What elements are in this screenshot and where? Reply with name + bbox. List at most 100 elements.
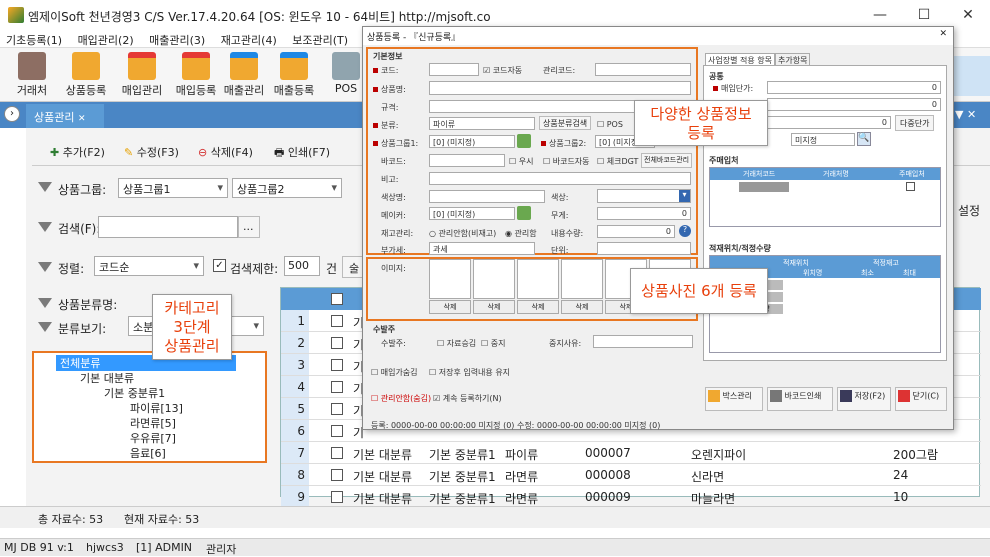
dialog-close-icon[interactable]: ✕ (939, 29, 947, 39)
toolbar-product-button[interactable]: 상품등록 (60, 50, 112, 100)
color-name-input[interactable] (429, 190, 545, 203)
box-mgmt-button[interactable]: 박스관리 (705, 387, 763, 411)
unassigned-field[interactable]: 미지정 (791, 133, 855, 146)
maker-add-icon[interactable] (517, 206, 531, 220)
tree-leaf[interactable]: 우유류[7] (130, 430, 176, 446)
price-field-3[interactable]: 0 (767, 116, 891, 129)
dialog-close-button[interactable]: 닫기(C) (895, 387, 947, 411)
limit-checkbox[interactable]: ✓ (213, 259, 226, 272)
table-row[interactable]: 9 기본 대분류 기본 중분류1 라면류 000009 마늘라면 10 (281, 486, 981, 508)
group1-field[interactable]: [0] (미지정) (429, 135, 515, 148)
photo-slot[interactable] (561, 259, 603, 299)
code-input[interactable] (429, 63, 479, 76)
purchase-price-input[interactable]: 0 (767, 81, 941, 94)
menu-inventory[interactable]: 재고관리(4) (215, 30, 283, 50)
toolbar-sales-mgmt-button[interactable]: 매출관리 (218, 50, 270, 100)
barcode-print-button[interactable]: 바코드인쇄 (767, 387, 833, 411)
stop-checkbox[interactable]: ☐ 중지 (481, 338, 505, 349)
menu-aux[interactable]: 보조관리(T) (286, 30, 354, 50)
code-auto-checkbox[interactable]: ☑ 코드자동 (483, 65, 522, 76)
photo-slot[interactable] (517, 259, 559, 299)
row-checkbox[interactable] (331, 425, 343, 437)
table-row[interactable]: 7 기본 대분류 기본 중분류1 파이류 000007 오렌지파이 200그람 (281, 442, 981, 464)
group1-select[interactable]: 상품그룹1 (118, 178, 228, 198)
row-checkbox[interactable] (331, 469, 343, 481)
toolbar-sales-reg-button[interactable]: 매출등록 (268, 50, 320, 100)
search-icon[interactable]: 🔍 (857, 132, 871, 146)
multi-price-button[interactable]: 다중단가 (895, 115, 935, 131)
row-checkbox[interactable] (331, 447, 343, 459)
category-select[interactable]: 파이류 (429, 117, 535, 130)
photo-slot[interactable] (429, 259, 471, 299)
group1-add-icon[interactable] (517, 134, 531, 148)
save-button[interactable]: 저장(F2) (837, 387, 891, 411)
barcode-input[interactable] (429, 154, 505, 167)
keep-input-checkbox[interactable]: ☐ 저장후 입력내용 유지 (429, 367, 510, 378)
keep-register-checkbox[interactable]: ☑ 계속 등록하기(N) (433, 393, 502, 404)
maker-field[interactable]: [0] (미지정) (429, 207, 515, 220)
stock-option-yes[interactable]: ◉ 관리함 (505, 228, 537, 239)
barcode-auto-checkbox[interactable]: ☐ 바코드자동 (543, 156, 590, 167)
stock-option-no[interactable]: ○ 관리안함(비재고) (429, 228, 496, 239)
stop-reason-input[interactable] (593, 335, 693, 348)
row-checkbox[interactable] (331, 403, 343, 415)
name-input[interactable] (429, 81, 691, 95)
content-qty-input[interactable]: 0 (597, 225, 675, 238)
tree-level1[interactable]: 기본 대분류 (80, 370, 134, 386)
photo-delete-button[interactable]: 삭제 (561, 300, 603, 314)
menu-purchase[interactable]: 매입관리(2) (72, 30, 140, 50)
mgmt-code-input[interactable] (595, 63, 691, 76)
product-register-dialog: 상품등록 - 『신규등록』 ✕ 기본정보 코드: ☑ 코드자동 관리코드: 상품명… (362, 26, 954, 430)
note-input[interactable] (429, 172, 691, 185)
search-input[interactable] (98, 216, 238, 238)
tab-close-icon[interactable]: ✕ (78, 114, 86, 124)
search-browse-button[interactable]: ... (238, 216, 260, 238)
row-checkbox[interactable] (331, 491, 343, 503)
menu-sales[interactable]: 매출관리(3) (143, 30, 211, 50)
tree-leaf[interactable]: 파이류[13] (130, 400, 183, 416)
photo-slot[interactable] (473, 259, 515, 299)
pos-checkbox[interactable]: ☐ POS (597, 120, 623, 129)
help-icon[interactable]: ? (679, 225, 691, 237)
sort-select[interactable]: 코드순 (94, 256, 204, 276)
grid-select-all-checkbox[interactable] (331, 293, 343, 305)
tree-leaf[interactable]: 라면류[5] (130, 415, 176, 431)
menu-basic[interactable]: 기초등록(1) (0, 30, 68, 50)
photo-delete-button[interactable]: 삭제 (429, 300, 471, 314)
price-field-2[interactable]: 0 (767, 98, 941, 111)
category-search-button[interactable]: 상품분류검색 (539, 116, 592, 130)
tab-product-mgmt[interactable]: 상품관리 ✕ (26, 104, 104, 128)
tab-strip-controls[interactable]: ▼ ✕ (955, 108, 976, 121)
barcode-mgmt-button[interactable]: 전체바코드관리 (641, 153, 693, 168)
color-select[interactable]: ▾ (597, 189, 691, 203)
limit-input[interactable]: 500 (284, 256, 320, 276)
edit-button[interactable]: ✎ 수정(F3) (118, 141, 185, 163)
row-checkbox[interactable] (331, 337, 343, 349)
add-button[interactable]: ✚ 추가(F2) (44, 141, 111, 163)
check-dgt-checkbox[interactable]: ☐ 체크DGT (597, 156, 638, 167)
table-row[interactable]: 8 기본 대분류 기본 중분류1 라면류 000008 신라면 24 (281, 464, 981, 486)
supplier-row[interactable] (739, 182, 789, 192)
order-auto-checkbox[interactable]: ☐ 자료승김 (437, 338, 476, 349)
row-checkbox[interactable] (331, 315, 343, 327)
hide-mgmt-checkbox[interactable]: ☐ 관리안함(숨김) (371, 393, 431, 404)
purchase-hide-checkbox[interactable]: ☐ 매입가숨김 (371, 367, 418, 378)
group2-select[interactable]: 상품그룹2 (232, 178, 342, 198)
weight-input[interactable]: 0 (597, 207, 691, 220)
toolbar-purchase-reg-button[interactable]: 매입등록 (170, 50, 222, 100)
tax-select[interactable]: 과세 (429, 242, 535, 255)
toolbar-purchase-mgmt-button[interactable]: 매입관리 (116, 50, 168, 100)
usage-checkbox[interactable]: ☐ 우시 (509, 156, 533, 167)
delete-button[interactable]: ⊖ 삭제(F4) (192, 141, 259, 163)
print-button[interactable]: 🖶 인쇄(F7) (268, 141, 336, 163)
tree-leaf[interactable]: 음료[6] (130, 445, 166, 461)
nav-arrow-icon[interactable]: › (4, 106, 20, 122)
photo-delete-button[interactable]: 삭제 (473, 300, 515, 314)
supplier-main-checkbox[interactable] (906, 182, 915, 191)
row-checkbox[interactable] (331, 381, 343, 393)
toolbar-customer-button[interactable]: 거래처 (6, 50, 58, 100)
tree-level2[interactable]: 기본 중분류1 (104, 385, 165, 401)
unit-select[interactable] (597, 242, 691, 255)
row-checkbox[interactable] (331, 359, 343, 371)
photo-delete-button[interactable]: 삭제 (517, 300, 559, 314)
